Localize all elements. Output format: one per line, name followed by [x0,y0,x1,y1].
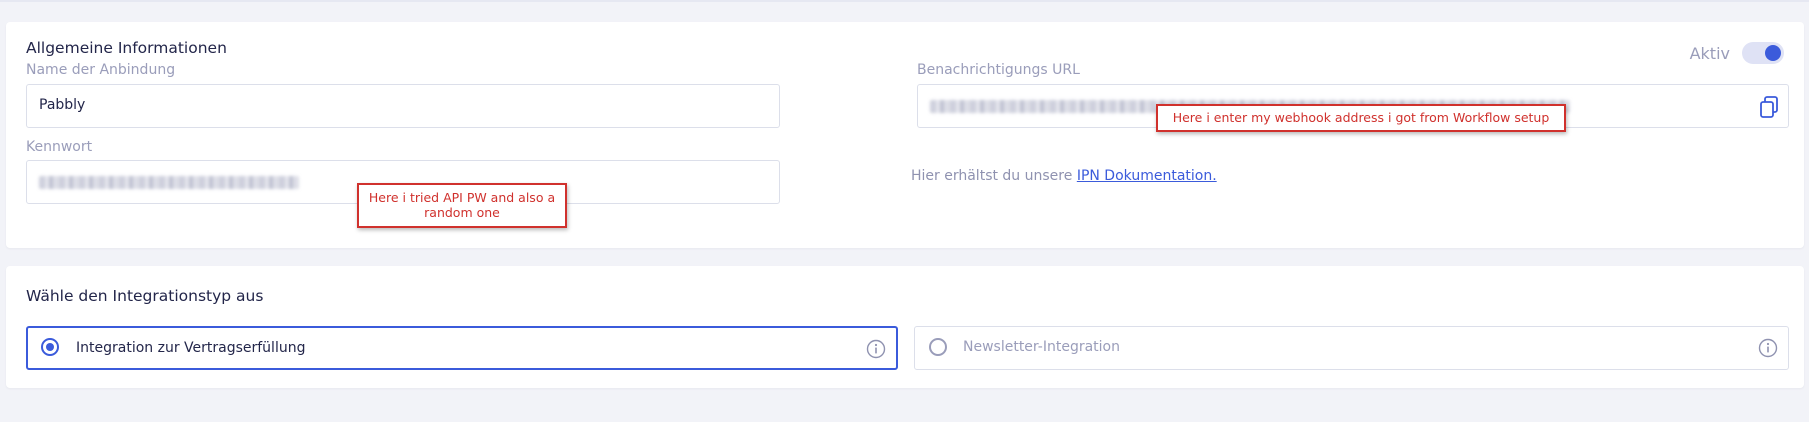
radio-newsletter[interactable] [929,338,947,356]
toggle-knob [1765,45,1781,61]
name-input-value: Pabbly [39,97,86,113]
general-info-card: Allgemeine Informationen Aktiv Name der … [6,22,1804,248]
active-toggle[interactable] [1742,42,1784,64]
active-toggle-group: Aktiv [1690,42,1784,64]
webhook-annotation: Here i enter my webhook address i got fr… [1156,104,1566,132]
option-fulfillment-label: Integration zur Vertragserfüllung [76,340,306,356]
password-label: Kennwort [26,139,93,155]
general-info-title: Allgemeine Informationen [26,39,227,57]
password-annotation: Here i tried API PW and also a random on… [357,183,567,228]
ipn-help-text: Hier erhältst du unsere IPN Dokumentatio… [911,168,1217,184]
active-label: Aktiv [1689,43,1730,63]
webhook-annotation-text: Here i enter my webhook address i got fr… [1172,110,1550,125]
option-fulfillment[interactable]: Integration zur Vertragserfüllung [26,326,898,370]
option-newsletter-label: Newsletter-Integration [963,339,1120,355]
redacted-password [39,176,299,189]
password-annotation-line2: random one [424,205,500,220]
info-icon[interactable] [866,339,886,359]
url-label: Benachrichtigungs URL [917,62,1080,78]
top-divider [0,0,1809,2]
password-annotation-line1: Here i tried API PW and also a [368,190,556,205]
name-input[interactable]: Pabbly [26,84,780,128]
ipn-documentation-link[interactable]: IPN Dokumentation. [1077,168,1217,184]
name-label: Name der Anbindung [26,62,176,78]
info-icon[interactable] [1758,338,1778,358]
integration-type-card: Wähle den Integrationstyp aus Integratio… [6,266,1804,388]
option-newsletter[interactable]: Newsletter-Integration [914,326,1789,370]
copy-icon[interactable] [1758,95,1780,119]
radio-fulfillment[interactable] [41,338,59,356]
integration-type-title: Wähle den Integrationstyp aus [26,287,264,305]
help-text: Hier erhältst du unsere [911,168,1077,184]
radio-selected-dot [46,343,54,351]
